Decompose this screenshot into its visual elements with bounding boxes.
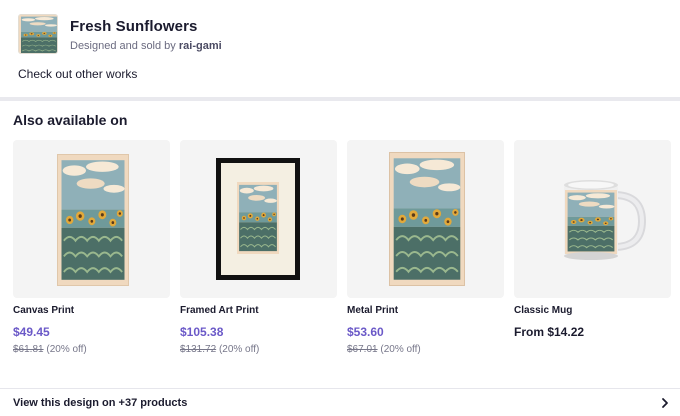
product-price: $53.60 [347,325,384,339]
view-all-products-link[interactable]: View this design on +37 products [13,397,187,409]
product-name[interactable]: Classic Mug [514,305,572,316]
design-thumbnail[interactable] [18,14,58,54]
product-name[interactable]: Canvas Print [13,305,74,316]
section-title: Also available on [13,112,128,128]
byline-prefix: Designed and sold by [70,40,179,52]
product-price: $105.38 [180,325,224,339]
discount-label: (20% off) [380,344,421,355]
original-price: $131.72 (20% off) [180,344,259,355]
chevron-right-icon[interactable] [658,396,672,410]
product-card-framed-art-print[interactable]: Framed Art Print $105.38 $131.72 (20% of… [180,140,337,370]
product-card-classic-mug[interactable]: Classic Mug From $14.22 [514,140,671,370]
original-price: $61.81 (20% off) [13,344,87,355]
footer-divider [0,388,680,389]
classic-mug-image[interactable] [514,140,671,298]
section-divider [0,97,680,101]
metal-print-image[interactable] [347,140,504,298]
canvas-print-image[interactable] [13,140,170,298]
product-name[interactable]: Metal Print [347,305,398,316]
product-price: From $14.22 [514,325,585,339]
product-card-canvas-print[interactable]: Canvas Print $49.45 $61.81 (20% off) [13,140,170,370]
designer-byline: Designed and sold by rai-gami [70,40,222,52]
strikethrough-price: $131.72 [180,344,217,355]
other-works-link[interactable]: Check out other works [18,67,137,81]
discount-label: (20% off) [218,344,260,355]
product-name[interactable]: Framed Art Print [180,305,259,316]
product-price: $49.45 [13,325,50,339]
strikethrough-price: $67.01 [347,344,378,355]
product-card-metal-print[interactable]: Metal Print $53.60 $67.01 (20% off) [347,140,504,370]
original-price: $67.01 (20% off) [347,344,421,355]
framed-art-print-image[interactable] [180,140,337,298]
design-header: Fresh Sunflowers Designed and sold by ra… [0,0,680,98]
discount-label: (20% off) [46,344,87,355]
strikethrough-price: $61.81 [13,344,44,355]
artist-link[interactable]: rai-gami [179,40,222,52]
design-title: Fresh Sunflowers [70,18,198,35]
